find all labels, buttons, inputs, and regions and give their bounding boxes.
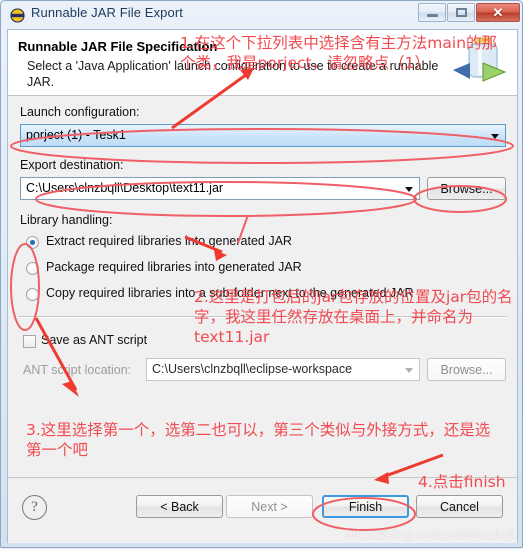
cancel-button[interactable]: Cancel <box>416 495 503 518</box>
chevron-down-icon <box>405 368 413 373</box>
annotation-1: 1.在这个下拉列表中选择含有主方法main的那 个类，我是porject，请忽略… <box>180 34 498 72</box>
radio-icon <box>26 262 39 275</box>
radio-icon-selected <box>26 236 39 249</box>
ant-script-location-label: ANT script location: <box>23 363 132 377</box>
browse-ant-script-button[interactable]: Browse... <box>427 358 506 381</box>
window-title: Runnable JAR File Export <box>31 5 183 20</box>
minimize-button[interactable] <box>418 3 446 22</box>
finish-button[interactable]: Finish <box>322 495 409 518</box>
screenshot-root: Runnable JAR File Export ✕ Runnable JAR … <box>0 0 523 553</box>
titlebar: Runnable JAR File Export ✕ <box>1 1 523 29</box>
next-button: Next > <box>226 495 313 518</box>
jar-export-icon <box>10 8 25 23</box>
library-handling-label: Library handling: <box>20 213 113 227</box>
maximize-button[interactable] <box>447 3 475 22</box>
window-controls: ✕ <box>418 3 520 22</box>
annotation-2: 2.这里是打包后的jar包存放的位置及jar包的名 字，我这里任然存放在桌面上，… <box>194 288 513 346</box>
back-button[interactable]: < Back <box>136 495 223 518</box>
save-as-ant-script-label: Save as ANT script <box>41 333 148 347</box>
annotation-4: 4.点击finish <box>418 473 506 491</box>
watermark: https://blog.csdn.net/clnzbqll <box>345 527 515 542</box>
radio-package-libraries-label: Package required libraries into generate… <box>46 260 302 274</box>
save-as-ant-script-checkbox[interactable] <box>23 335 36 348</box>
close-icon: ✕ <box>492 4 504 20</box>
launch-configuration-value: porject (1) - Tesk1 <box>26 128 126 142</box>
ant-script-location-value: C:\Users\clnzbqll\eclipse-workspace <box>152 362 353 376</box>
export-destination-label: Export destination: <box>20 158 124 172</box>
chevron-down-icon <box>491 134 499 139</box>
dialog-client-area: Runnable JAR File Specification Select a… <box>7 29 518 543</box>
minimize-icon <box>419 4 445 21</box>
launch-configuration-label: Launch configuration: <box>20 105 140 119</box>
radio-icon <box>26 288 39 301</box>
help-icon[interactable]: ? <box>22 495 47 520</box>
close-button[interactable]: ✕ <box>476 3 520 22</box>
maximize-icon <box>448 4 474 21</box>
ant-script-location-combo[interactable]: C:\Users\clnzbqll\eclipse-workspace <box>146 358 420 381</box>
dialog-window: Runnable JAR File Export ✕ Runnable JAR … <box>0 0 523 548</box>
export-destination-combo[interactable]: C:\Users\clnzbqll\Desktop\text11.jar <box>20 177 420 200</box>
launch-configuration-combo[interactable]: porject (1) - Tesk1 <box>20 124 506 147</box>
chevron-down-icon <box>405 187 413 192</box>
annotation-3: 3.这里选择第一个，选第二也可以，第三个类似与外接方式，还是选 第一个吧 <box>26 421 491 459</box>
export-destination-value: C:\Users\clnzbqll\Desktop\text11.jar <box>26 181 224 195</box>
browse-destination-button[interactable]: Browse... <box>427 177 506 200</box>
radio-extract-libraries-label: Extract required libraries into generate… <box>46 234 292 248</box>
